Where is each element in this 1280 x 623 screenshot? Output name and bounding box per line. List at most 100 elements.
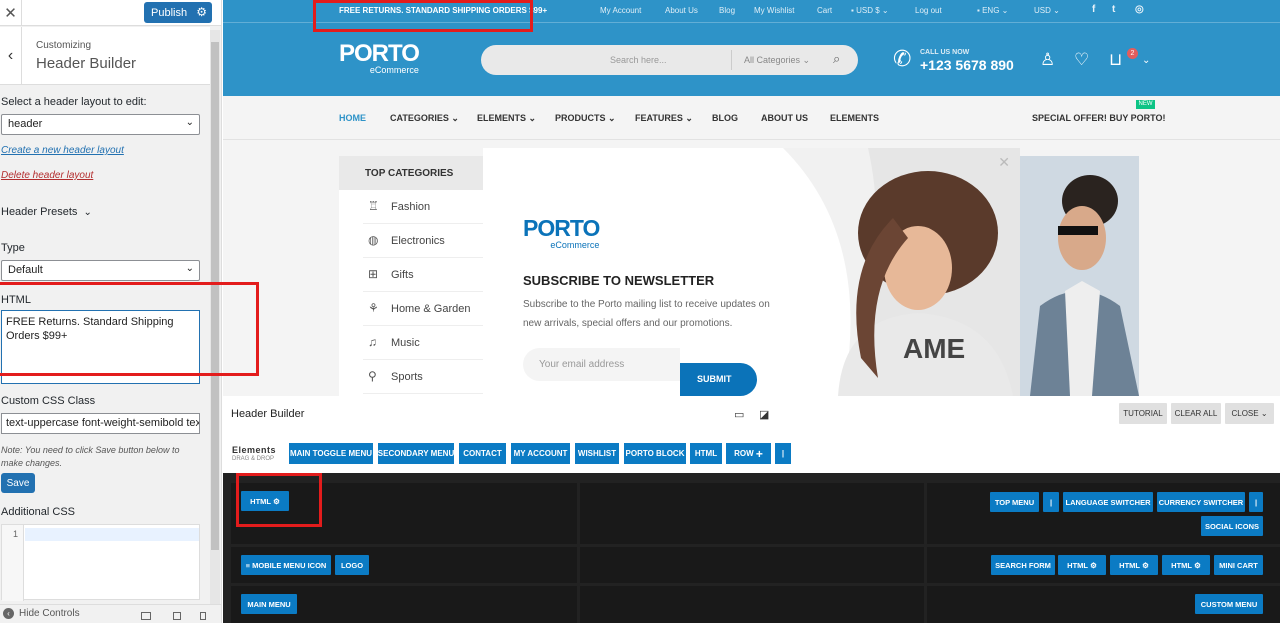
category-item[interactable]: ⊞ Gifts — [363, 258, 484, 292]
search-form[interactable]: Search here... All Categories ⌄ ⌕ — [481, 45, 858, 75]
search-input[interactable]: Search here... — [610, 55, 667, 65]
nav-special-offer[interactable]: SPECIAL OFFER! BUY PORTO! — [1032, 113, 1166, 123]
chip-language-switcher[interactable]: LANGUAGE SWITCHER — [1063, 492, 1153, 512]
active-line — [25, 528, 199, 541]
close-builder-button[interactable]: CLOSE ⌄ — [1225, 403, 1274, 424]
category-item[interactable]: ♖ Fashion — [363, 190, 484, 224]
search-icon[interactable]: ⌕ — [833, 51, 840, 67]
logout-link[interactable]: Log out — [915, 6, 942, 15]
header-presets-label: Header Presets — [1, 206, 78, 218]
delete-layout-link[interactable]: Delete header layout — [1, 170, 93, 181]
chip-html[interactable]: HTML ⚙ — [1110, 555, 1158, 575]
type-select[interactable]: Default ⌄ — [1, 260, 200, 281]
element-divider[interactable]: | — [775, 443, 791, 464]
row2-center-zone[interactable] — [580, 547, 924, 583]
chip-mobile-menu-icon[interactable]: ≡ MOBILE MENU ICON — [241, 555, 331, 575]
cart-count-badge: 2 — [1127, 48, 1138, 59]
chip-top-menu[interactable]: TOP MENU — [990, 492, 1039, 512]
phone-number[interactable]: +123 5678 890 — [920, 57, 1014, 73]
desktop-view-icon[interactable]: ▭ — [734, 408, 744, 421]
category-item[interactable]: ◍ Electronics — [363, 224, 484, 258]
site-logo[interactable]: PORTO eCommerce — [339, 42, 420, 76]
chip-mini-cart[interactable]: MINI CART — [1214, 555, 1263, 575]
twitter-icon[interactable]: t — [1112, 4, 1115, 15]
nav-elements-label: ELEMENTS — [477, 113, 527, 123]
user-icon[interactable]: ♙ — [1040, 50, 1055, 70]
element-secondary-menu[interactable]: SECONDARY MENU — [378, 443, 454, 464]
search-category-select[interactable]: All Categories ⌄ — [744, 55, 810, 66]
topbar-link-wishlist[interactable]: My Wishlist — [754, 6, 794, 15]
mobile-view-icon[interactable]: ◪ — [759, 408, 769, 421]
layout-select[interactable]: header ⌄ — [1, 114, 200, 135]
create-layout-link[interactable]: Create a new header layout — [1, 145, 124, 156]
email-field[interactable]: Your email address — [523, 348, 680, 381]
nav-elements[interactable]: ELEMENTS ⌄ — [477, 113, 536, 124]
save-button[interactable]: Save — [1, 473, 35, 493]
close-icon[interactable]: ✕ — [0, 0, 22, 26]
topbar-link-cart[interactable]: Cart — [817, 6, 832, 15]
chevron-down-icon: ⌄ — [185, 117, 194, 128]
tablet-preview-icon[interactable] — [173, 612, 181, 620]
css-class-input[interactable]: text-uppercase font-weight-semibold text — [1, 413, 200, 434]
category-item[interactable]: ♫ Music — [363, 326, 484, 360]
chevron-down-icon[interactable]: ⌄ — [1142, 55, 1150, 66]
element-main-toggle-menu[interactable]: MAIN TOGGLE MENU — [289, 443, 373, 464]
instagram-icon[interactable]: ◎ — [1135, 4, 1144, 15]
back-arrow-icon[interactable]: ‹ — [0, 27, 22, 85]
gear-icon[interactable]: ⚙ — [1090, 561, 1097, 570]
element-porto-block[interactable]: PORTO BLOCK — [624, 443, 686, 464]
header-presets-toggle[interactable]: Header Presets ⌄ — [1, 206, 92, 218]
chip-divider[interactable]: | — [1043, 492, 1059, 512]
nav-elements-2[interactable]: ELEMENTS — [830, 113, 879, 123]
chip-divider[interactable]: | — [1249, 492, 1263, 512]
facebook-icon[interactable]: f — [1092, 4, 1095, 15]
publish-button[interactable]: Publish ⚙ — [144, 2, 212, 23]
close-icon[interactable]: ✕ — [998, 154, 1010, 171]
currency-switcher-2[interactable]: USD ⌄ — [1034, 6, 1060, 15]
nav-categories[interactable]: CATEGORIES ⌄ — [390, 113, 459, 124]
topbar-link-about-us[interactable]: About Us — [665, 6, 698, 15]
element-my-account[interactable]: MY ACCOUNT — [511, 443, 570, 464]
row3-center-zone[interactable] — [580, 586, 924, 623]
category-item[interactable]: ⚘ Home & Garden — [363, 292, 484, 326]
additional-css-editor[interactable]: 1 — [1, 524, 200, 601]
clear-all-button[interactable]: CLEAR ALL — [1171, 403, 1221, 424]
element-html[interactable]: HTML — [690, 443, 722, 464]
chip-custom-menu[interactable]: CUSTOM MENU — [1195, 594, 1263, 614]
chip-html[interactable]: HTML ⚙ — [1058, 555, 1106, 575]
chip-html[interactable]: HTML ⚙ — [1162, 555, 1210, 575]
nav-products[interactable]: PRODUCTS ⌄ — [555, 113, 616, 124]
element-wishlist[interactable]: WISHLIST — [575, 443, 619, 464]
desktop-preview-icon[interactable] — [141, 612, 151, 620]
nav-blog[interactable]: BLOG — [712, 113, 738, 123]
hide-controls-button[interactable]: ‹ Hide Controls — [3, 608, 80, 619]
chip-currency-switcher[interactable]: CURRENCY SWITCHER — [1157, 492, 1245, 512]
language-switcher[interactable]: ▪ ENG ⌄ — [977, 6, 1008, 15]
gear-icon[interactable]: ⚙ — [1194, 561, 1201, 570]
category-label: Home & Garden — [391, 303, 471, 315]
banner-image — [1020, 156, 1139, 396]
heart-icon[interactable]: ♡ — [1074, 50, 1089, 70]
category-item[interactable]: ⚲ Sports — [363, 360, 484, 394]
gear-icon[interactable]: ⚙ — [1142, 561, 1149, 570]
chip-logo[interactable]: LOGO — [335, 555, 369, 575]
nav-home[interactable]: HOME — [339, 113, 366, 123]
chip-search-form[interactable]: SEARCH FORM — [991, 555, 1055, 575]
nav-about-us[interactable]: ABOUT US — [761, 113, 808, 123]
topbar-link-blog[interactable]: Blog — [719, 6, 735, 15]
mobile-preview-icon[interactable] — [200, 612, 206, 620]
man-photo — [1020, 156, 1139, 396]
row1-center-zone[interactable] — [580, 483, 924, 544]
tutorial-button[interactable]: TUTORIAL — [1119, 403, 1167, 424]
chip-social-icons[interactable]: SOCIAL ICONS — [1201, 516, 1263, 536]
cart-icon[interactable]: ⊔ — [1109, 50, 1122, 70]
topbar-link-my-account[interactable]: My Account — [600, 6, 641, 15]
element-row[interactable]: ROW + — [726, 443, 771, 464]
element-contact[interactable]: CONTACT — [459, 443, 506, 464]
close-builder-label: CLOSE — [1231, 409, 1259, 418]
gear-icon[interactable]: ⚙ — [196, 5, 207, 19]
nav-features[interactable]: FEATURES ⌄ — [635, 113, 693, 124]
submit-button[interactable]: SUBMIT — [680, 363, 757, 396]
currency-switcher-1[interactable]: ▪ USD $ ⌄ — [851, 6, 889, 15]
chip-main-menu[interactable]: MAIN MENU — [241, 594, 297, 614]
